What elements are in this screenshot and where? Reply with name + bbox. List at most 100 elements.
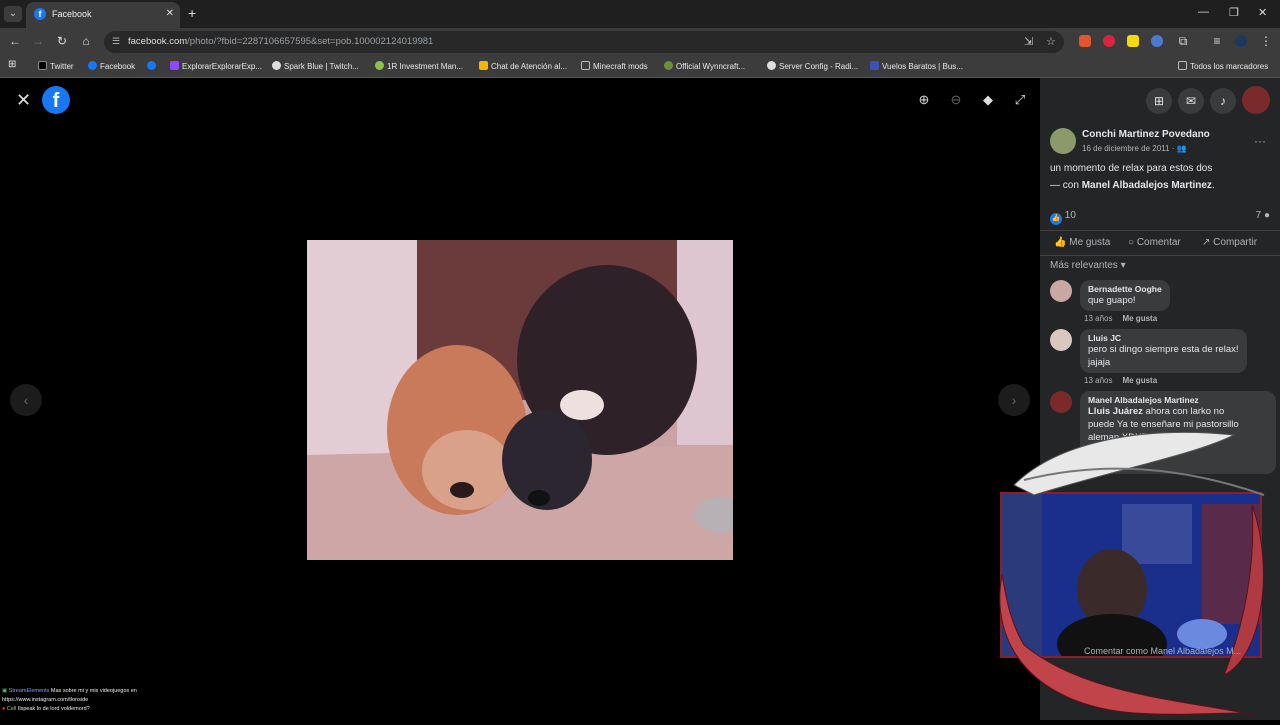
- bookmark-chat-atencion[interactable]: Chat de Atención al...: [479, 61, 567, 71]
- comment-like-button[interactable]: Me gusta: [1122, 376, 1157, 385]
- extension-fox-icon[interactable]: [1079, 35, 1091, 47]
- forward-button[interactable]: →: [30, 34, 46, 48]
- media-control-icon[interactable]: ≡: [1209, 34, 1225, 48]
- extension-yellow-icon[interactable]: [1127, 35, 1139, 47]
- chat-user: Cell: [7, 706, 16, 712]
- profile-icon[interactable]: [1235, 35, 1247, 47]
- apps-grid-icon[interactable]: ⊞: [8, 59, 16, 70]
- comment-mention[interactable]: Lluis Juárez: [1088, 406, 1143, 417]
- menu-grid-icon[interactable]: ⊞: [1146, 88, 1172, 114]
- messenger-icon[interactable]: ✉: [1178, 88, 1204, 114]
- commenter-avatar[interactable]: [1050, 329, 1072, 351]
- comment-sort-dropdown[interactable]: Más relevantes ▾: [1050, 260, 1126, 271]
- investment-icon: [375, 61, 384, 70]
- tab-close-icon[interactable]: ✕: [166, 8, 174, 19]
- comment-author[interactable]: Manel Albadalejos Martinez: [1088, 395, 1268, 405]
- minimize-button[interactable]: —: [1198, 6, 1209, 18]
- comment-bubble-icon: ●: [1264, 210, 1270, 221]
- comment-icon: ○: [1128, 237, 1134, 248]
- site-info-icon[interactable]: ☰: [112, 36, 120, 47]
- next-photo-button[interactable]: ›: [998, 384, 1030, 416]
- share-icon: ↗: [1202, 237, 1210, 248]
- post-options-icon[interactable]: ···: [1254, 134, 1266, 148]
- comment-author[interactable]: Lluis JC: [1088, 333, 1239, 343]
- comment-author[interactable]: Bernadette Ooghe: [1088, 284, 1162, 294]
- window-close-button[interactable]: ✕: [1258, 6, 1267, 19]
- restore-button[interactable]: ❐: [1229, 6, 1239, 19]
- previous-photo-button[interactable]: ‹: [10, 384, 42, 416]
- comment-bubble: Lluis JC pero si dingo siempre esta de r…: [1080, 329, 1247, 373]
- reaction-count[interactable]: 👍 10: [1050, 210, 1076, 225]
- tag-icon[interactable]: ◆: [978, 92, 998, 112]
- bookmark-vuelos[interactable]: Vuelos Baratos | Bus...: [870, 61, 963, 71]
- comment-input[interactable]: Comentar como Manel Albadalejos M...: [1084, 646, 1241, 656]
- globe-icon: [272, 61, 281, 70]
- bookmarks-bar: ⊞ Twitter Facebook ExplorarExplorarExp..…: [0, 56, 1280, 78]
- back-button[interactable]: ←: [7, 34, 23, 48]
- author-avatar[interactable]: [1050, 128, 1076, 154]
- new-tab-button[interactable]: +: [188, 5, 196, 21]
- install-app-icon[interactable]: ⇲: [1024, 35, 1033, 48]
- chat-message-link: https://www.instagram.com/tlonside: [2, 696, 137, 705]
- comment-text: que guapo!: [1088, 294, 1162, 307]
- facebook-favicon-icon: f: [34, 8, 46, 20]
- chat-user: StreamElements: [9, 688, 50, 694]
- caret-down-icon: ▾: [1121, 260, 1126, 271]
- comment-meta: 13 añosMe gusta: [1084, 314, 1157, 323]
- url-text: facebook.com/photo/?fbid=2287106657595&s…: [128, 36, 433, 47]
- post-date[interactable]: 16 de diciembre de 2011 · 👥: [1082, 144, 1187, 153]
- extension-blue-icon[interactable]: [1151, 35, 1163, 47]
- commenter-avatar[interactable]: [1050, 280, 1072, 302]
- extensions-puzzle-icon[interactable]: ⧉: [1175, 34, 1191, 49]
- address-bar[interactable]: ☰ facebook.com/photo/?fbid=2287106657595…: [104, 31, 1064, 53]
- wynncraft-icon: [664, 61, 673, 70]
- zoom-out-icon[interactable]: ⊖: [946, 92, 966, 112]
- bookmark-facebook[interactable]: Facebook: [88, 61, 135, 71]
- account-avatar[interactable]: [1242, 86, 1270, 114]
- notifications-bell-icon[interactable]: ♪: [1210, 88, 1236, 114]
- close-viewer-icon[interactable]: ✕: [16, 90, 31, 111]
- tab-title: Facebook: [52, 9, 92, 19]
- browser-tab[interactable]: f Facebook ✕: [26, 2, 180, 28]
- extension-red-icon[interactable]: [1103, 35, 1115, 47]
- reload-button[interactable]: ↻: [54, 34, 70, 48]
- like-button[interactable]: 👍 Me gusta: [1054, 237, 1110, 248]
- post-actions: 👍 Me gusta ○ Comentar ↗ Compartir: [1040, 230, 1280, 256]
- wing-frame-decoration: [994, 425, 1270, 720]
- browser-menu-icon[interactable]: ⋮: [1258, 34, 1274, 48]
- like-reaction-icon: 👍: [1050, 213, 1062, 225]
- sidebar-header: ⊞ ✉ ♪: [1040, 78, 1280, 122]
- bookmark-server-config[interactable]: Server Config - Radi...: [767, 61, 858, 71]
- facebook-logo[interactable]: f: [42, 86, 70, 114]
- bookmark-minecraft-mods[interactable]: Minecraft mods: [581, 61, 648, 71]
- bookmark-investment[interactable]: 1R Investment Man...: [375, 61, 463, 71]
- all-bookmarks[interactable]: Todos los marcadores: [1178, 61, 1268, 71]
- commenter-avatar[interactable]: [1050, 391, 1072, 413]
- home-button[interactable]: ⌂: [78, 34, 94, 48]
- zoom-in-icon[interactable]: ⊕: [914, 92, 934, 112]
- comment-count[interactable]: 7 ●: [1256, 210, 1270, 221]
- comment-meta: 13 añosMe gusta: [1084, 376, 1157, 385]
- folder-icon: [1178, 61, 1187, 70]
- share-button[interactable]: ↗ Compartir: [1202, 237, 1257, 248]
- twitch-icon: [170, 61, 179, 70]
- facebook-icon: [88, 61, 97, 70]
- tagged-user[interactable]: Manel Albadalejos Martinez: [1082, 180, 1212, 191]
- chat-icon: [479, 61, 488, 70]
- tab-search-button[interactable]: ⌄: [4, 6, 22, 22]
- fullscreen-icon[interactable]: ⤢: [1010, 92, 1030, 112]
- bookmark-wynncraft[interactable]: Official Wynncraft...: [664, 61, 745, 71]
- bookmark-facebook-2[interactable]: [147, 61, 159, 71]
- chat-message: Mas sobre mi y mis videojuegos en: [51, 688, 137, 694]
- bookmark-spark-blue[interactable]: Spark Blue | Twitch...: [272, 61, 359, 71]
- comment-button[interactable]: ○ Comentar: [1128, 237, 1181, 248]
- browser-toolbar: ← → ↻ ⌂ ☰ facebook.com/photo/?fbid=22871…: [0, 28, 1280, 56]
- bookmark-star-icon[interactable]: ☆: [1046, 35, 1056, 48]
- bookmark-twitter[interactable]: Twitter: [38, 61, 74, 71]
- post-author[interactable]: Conchi Martinez Povedano: [1082, 129, 1210, 140]
- photo-viewer: ✕ f ⊕ ⊖ ◆ ⤢ ‹ ›: [0, 78, 1040, 720]
- bookmark-twitch-explorar[interactable]: ExplorarExplorarExp...: [170, 61, 262, 71]
- comment-like-button[interactable]: Me gusta: [1122, 314, 1157, 323]
- thumbs-up-icon: 👍: [1054, 237, 1066, 248]
- comment-text: pero si dingo siempre esta de relax!jaja…: [1088, 343, 1239, 369]
